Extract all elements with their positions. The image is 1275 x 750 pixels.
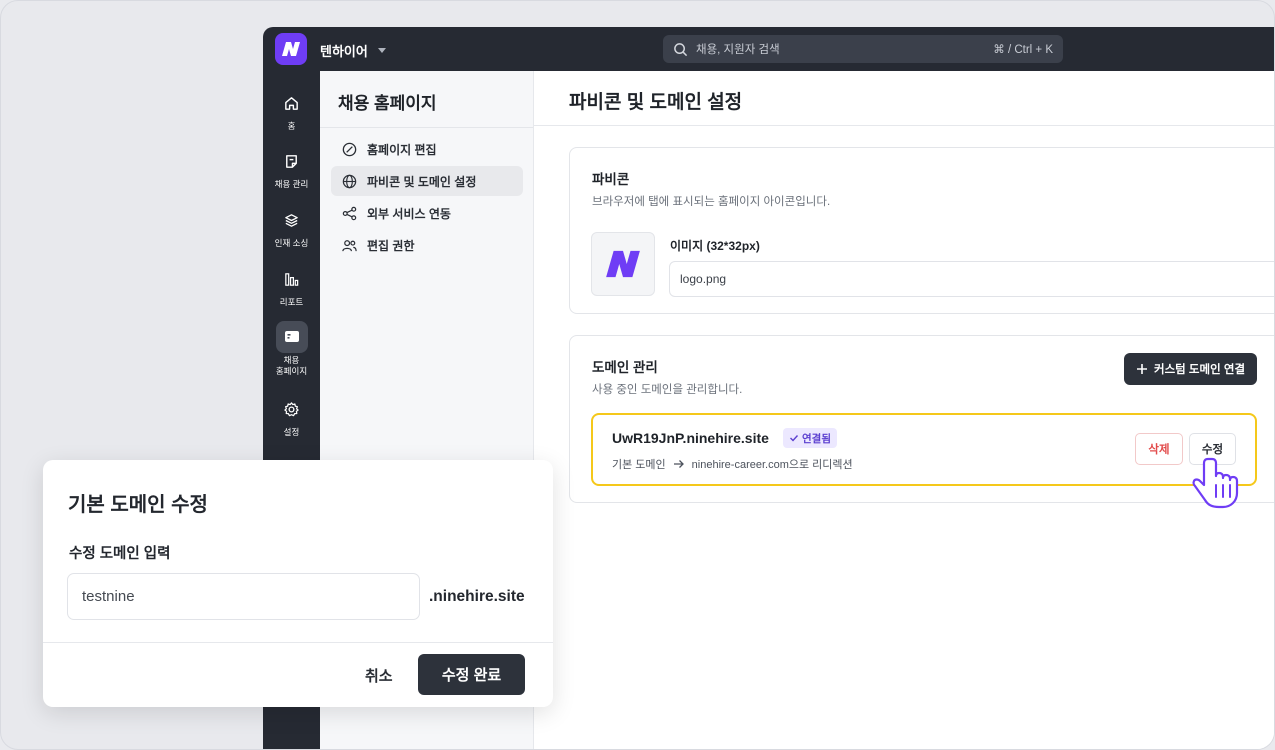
monitor-icon <box>275 321 308 353</box>
logo-icon <box>282 42 300 56</box>
modal-title: 기본 도메인 수정 <box>68 494 208 516</box>
domain-suffix: .ninehire.site <box>429 588 525 605</box>
rail-item-settings[interactable]: 설정 <box>263 393 320 438</box>
hand-pointer-icon <box>1192 457 1239 509</box>
search-bar[interactable]: 채용, 지원자 검색 ⌘ / Ctrl + K <box>663 35 1063 63</box>
workspace-name: 텐하이어 <box>320 44 368 59</box>
nav-item-favicon-domain[interactable]: 파비콘 및 도메인 설정 <box>331 166 523 196</box>
card-description: 브라우저에 탭에 표시되는 홈페이지 아이콘입니다. <box>592 196 831 208</box>
rail-item-label: 리포트 <box>279 297 304 307</box>
gear-icon <box>276 393 308 425</box>
search-placeholder: 채용, 지원자 검색 <box>696 44 780 56</box>
add-custom-domain-button[interactable]: 커스텀 도메인 연결 <box>1124 353 1258 385</box>
edit-dial-icon <box>342 142 357 156</box>
share-icon <box>342 206 357 220</box>
rail-item-label: 설정 <box>283 427 300 437</box>
field-label: 수정 도메인 입력 <box>69 546 171 562</box>
panel-title: 채용 홈페이지 <box>338 94 437 113</box>
favicon-card: 파비콘 브라우저에 탭에 표시되는 홈페이지 아이콘입니다. 이미지 (32*3… <box>569 147 1274 314</box>
domain-card: 도메인 관리 사용 중인 도메인을 관리합니다. 커스텀 도메인 연결 UwR1… <box>569 335 1274 503</box>
screenshot-frame: 텐하이어 채용, 지원자 검색 ⌘ / Ctrl + K 홈 채용 관리 인재 … <box>0 0 1275 750</box>
domain-name: UwR19JnP.ninehire.site <box>612 430 769 446</box>
home-icon <box>276 87 308 119</box>
rail-item-home[interactable]: 홈 <box>263 87 320 132</box>
favicon-preview[interactable] <box>591 232 655 296</box>
rail-item-report[interactable]: 리포트 <box>263 263 320 308</box>
edit-domain-modal: 기본 도메인 수정 수정 도메인 입력 testnine .ninehire.s… <box>43 460 553 707</box>
divider <box>43 642 553 643</box>
main-content: 파비콘 및 도메인 설정 파비콘 브라우저에 탭에 표시되는 홈페이지 아이콘입… <box>534 71 1274 749</box>
search-shortcut: ⌘ / Ctrl + K <box>993 44 1053 56</box>
check-icon <box>790 435 799 442</box>
rail-item-career-site[interactable]: 채용 홈페이지 <box>263 321 320 377</box>
document-icon <box>276 145 308 177</box>
top-bar: 텐하이어 채용, 지원자 검색 ⌘ / Ctrl + K <box>263 27 1274 71</box>
chevron-down-icon <box>377 48 386 53</box>
rail-item-label: 홈 <box>287 121 296 131</box>
workspace-switcher[interactable]: 텐하이어 <box>320 41 386 60</box>
divider <box>320 127 533 128</box>
rail-item-label: 채용 관리 <box>274 179 309 189</box>
redirect-info: 기본 도메인 ninehire-career.com으로 리디렉션 <box>612 456 853 472</box>
favicon-file-field[interactable]: logo.png <box>669 261 1274 297</box>
divider <box>534 125 1274 126</box>
rail-item-label: 인재 소싱 <box>274 238 309 248</box>
arrow-right-icon <box>673 460 684 468</box>
confirm-button[interactable]: 수정 완료 <box>418 654 525 695</box>
image-label: 이미지 (32*32px) <box>670 239 760 253</box>
status-text: 연결됨 <box>802 432 831 445</box>
rail-item-hiring[interactable]: 채용 관리 <box>263 145 320 190</box>
domain-input[interactable]: testnine <box>67 573 420 620</box>
logo-icon <box>606 250 640 278</box>
rail-item-label: 채용 홈페이지 <box>275 355 308 376</box>
redirect-from: 기본 도메인 <box>612 459 666 471</box>
nav-item-label: 파비콘 및 도메인 설정 <box>367 174 477 189</box>
rail-item-sourcing[interactable]: 인재 소싱 <box>263 204 320 249</box>
nav-item-permissions[interactable]: 편집 권한 <box>331 230 523 260</box>
nav-item-label: 외부 서비스 연동 <box>367 206 451 221</box>
card-description: 사용 중인 도메인을 관리합니다. <box>592 384 743 396</box>
status-badge: 연결됨 <box>783 428 837 448</box>
page-title: 파비콘 및 도메인 설정 <box>569 92 743 113</box>
domain-row: UwR19JnP.ninehire.site 연결됨 기본 도메인 ninehi… <box>591 413 1257 486</box>
users-icon <box>342 239 357 251</box>
layers-icon <box>276 204 308 236</box>
nav-item-integrations[interactable]: 외부 서비스 연동 <box>331 198 523 228</box>
bar-chart-icon <box>276 263 308 295</box>
cancel-button[interactable]: 취소 <box>365 665 393 686</box>
card-title: 파비콘 <box>592 172 630 187</box>
card-title: 도메인 관리 <box>592 360 658 375</box>
delete-button[interactable]: 삭제 <box>1135 433 1183 465</box>
app-logo[interactable] <box>275 33 307 65</box>
nav-item-label: 편집 권한 <box>367 238 415 253</box>
nav-item-label: 홈페이지 편집 <box>367 142 437 157</box>
button-label: 커스텀 도메인 연결 <box>1154 364 1246 376</box>
redirect-to: ninehire-career.com으로 리디렉션 <box>691 459 853 471</box>
input-value: testnine <box>82 588 135 605</box>
globe-icon <box>342 174 357 188</box>
nav-item-homepage-edit[interactable]: 홈페이지 편집 <box>331 134 523 164</box>
search-icon <box>674 42 688 56</box>
plus-icon <box>1137 364 1147 374</box>
file-name: logo.png <box>680 272 727 286</box>
